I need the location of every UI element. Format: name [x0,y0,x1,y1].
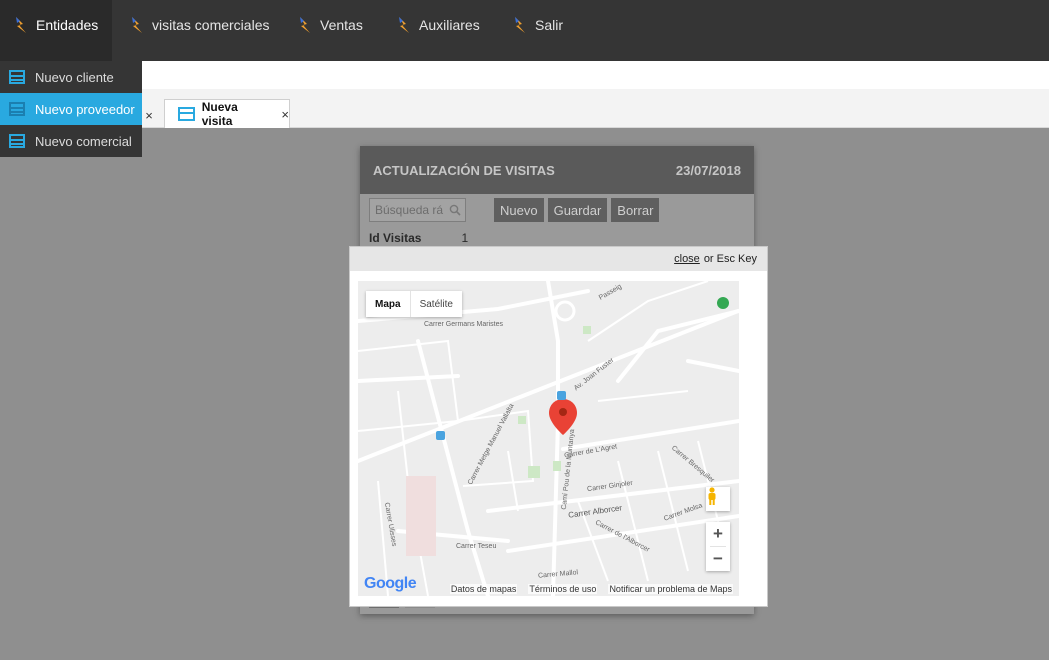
report-problem-link[interactable]: Notificar un problema de Maps [608,584,733,594]
new-button[interactable]: Nuevo [494,198,544,222]
street-view-pegman-icon[interactable] [706,487,730,511]
map-modal: close or Esc Key Carrer Germans Maristes… [349,246,768,607]
form-icon [9,102,25,116]
dropdown-label: Nuevo comercial [35,133,132,149]
tab-label: Nueva visita [201,100,238,128]
map-data-link[interactable]: Datos de mapas [449,584,518,594]
quick-search-input[interactable]: Búsqueda rá [369,198,466,222]
menu-label: Salir [535,17,564,33]
bolt-icon [300,17,310,33]
form-icon [178,107,195,121]
dropdown-item-nuevo-comercial[interactable]: Nuevo comercial [0,125,142,157]
zoom-in-button[interactable]: + [706,522,730,546]
tab-nueva-visita[interactable]: Nueva visita × [164,99,290,128]
menu-ventas[interactable]: Ventas [284,0,377,50]
map-type-control: Mapa Satélite [366,291,462,317]
esc-hint: or Esc Key [703,253,757,265]
google-map[interactable]: Carrer Germans Maristes Av. Joan Fuster … [358,281,739,596]
tab-close-icon[interactable]: × [281,107,289,122]
menu-label: Entidades [36,17,99,33]
header-band [0,61,1049,89]
terms-link[interactable]: Términos de uso [528,584,598,594]
tab-close-icon[interactable]: × [142,108,156,123]
tab-bar [0,89,1049,128]
search-icon [449,204,461,216]
dropdown-label: Nuevo proveedor [35,101,135,117]
save-button[interactable]: Guardar [547,198,608,222]
delete-button[interactable]: Borrar [611,198,660,222]
menu-entidades[interactable]: Entidades [0,0,113,61]
menu-visitas-comerciales[interactable]: visitas comerciales [116,0,283,50]
form-title: ACTUALIZACIÓN DE VISITAS [373,162,555,178]
top-menu-bar: Entidades visitas comerciales Ventas Aux… [0,0,1049,61]
menu-label: Ventas [320,17,363,33]
form-icon [9,134,25,148]
close-link[interactable]: close [674,253,700,265]
zoom-out-button[interactable]: − [706,547,730,571]
map-type-satellite-button[interactable]: Satélite [411,291,462,317]
form-icon [9,70,25,84]
map-type-map-button[interactable]: Mapa [366,291,411,317]
dropdown-item-nuevo-cliente[interactable]: Nuevo cliente [0,61,142,93]
form-date: 23/07/2018 [675,162,741,178]
dropdown-item-nuevo-proveedor[interactable]: Nuevo proveedor [0,93,142,125]
street-label: Carrer Germans Maristes [424,321,503,328]
bolt-icon [16,17,26,33]
search-placeholder: Búsqueda rá [375,203,444,217]
modal-top-bar: close or Esc Key [350,247,767,271]
bolt-icon [399,17,409,33]
menu-auxiliares[interactable]: Auxiliares [383,0,494,50]
menu-salir[interactable]: Salir [499,0,577,50]
bolt-icon [132,17,142,33]
dropdown-label: Nuevo cliente [35,69,114,85]
menu-label: Auxiliares [419,17,480,33]
form-header: ACTUALIZACIÓN DE VISITAS 23/07/2018 [360,146,754,194]
zoom-control: + − [706,522,730,571]
bolt-icon [515,17,525,33]
map-canvas [358,281,739,596]
id-row: Id Visitas 1 [369,231,468,245]
id-label: Id Visitas [369,231,422,245]
pegman-icon [708,487,716,505]
menu-label: visitas comerciales [152,17,270,33]
map-footer: Datos de mapas Términos de uso Notificar… [358,582,739,596]
street-label: Carrer Teseu [456,543,497,550]
id-value: 1 [461,231,469,245]
entidades-dropdown: Nuevo cliente Nuevo proveedor Nuevo come… [0,61,142,157]
form-toolbar: Búsqueda rá Nuevo Guardar Borrar [369,198,660,222]
